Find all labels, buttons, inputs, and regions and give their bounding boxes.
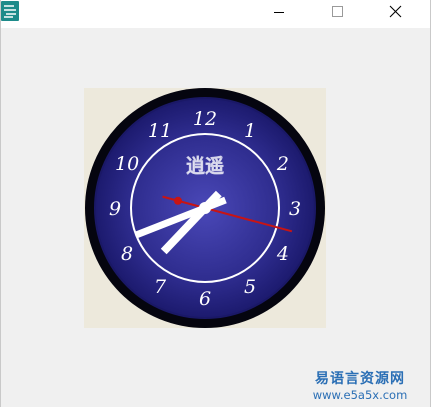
minimize-button[interactable] (256, 0, 302, 26)
maximize-button[interactable] (314, 0, 360, 26)
analog-clock: 12 12 3 45 6 78 9 10 11 逍遥 (85, 88, 325, 328)
minimize-icon (274, 12, 284, 13)
title-bar[interactable] (1, 0, 430, 28)
clock-center-hub (199, 202, 211, 214)
clock-numeral: 6 (199, 288, 211, 310)
clock-numeral: 7 (154, 276, 167, 298)
app-logo-icon (1, 1, 19, 21)
clock-numeral: 5 (244, 276, 256, 298)
site-watermark: 易语言资源网 www.e5a5x.com (295, 372, 425, 402)
close-icon (389, 5, 402, 18)
close-button[interactable] (372, 0, 418, 26)
clock-panel: 12 1 2 3 4 5 6 7 8 9 10 11 逍遥 (84, 88, 326, 328)
maximize-icon (332, 6, 343, 17)
clock-numeral: 10 (115, 153, 139, 175)
watermark-url: www.e5a5x.com (312, 388, 408, 402)
clock-brand-text: 逍遥 (186, 154, 224, 177)
clock-numeral: 12 (193, 108, 217, 130)
clock-numeral: 3 (289, 198, 301, 220)
clock-numeral: 9 (109, 198, 121, 220)
second-hand-counterweight (174, 196, 182, 205)
clock-numeral: 4 (276, 243, 289, 265)
clock-numeral: 11 (148, 120, 172, 142)
clock-numeral: 8 (121, 243, 133, 265)
client-area: 12 1 2 3 4 5 6 7 8 9 10 11 逍遥 易语言资源网 www.e5a5x.com (1, 28, 430, 407)
clock-numeral: 2 (276, 153, 289, 175)
watermark-title: 易语言资源网 (315, 371, 405, 387)
clock-numeral: 1 (244, 120, 256, 142)
app-window: 12 1 2 3 4 5 6 7 8 9 10 11 逍遥 易语言资源网 www.e5a5x.com (0, 0, 431, 407)
